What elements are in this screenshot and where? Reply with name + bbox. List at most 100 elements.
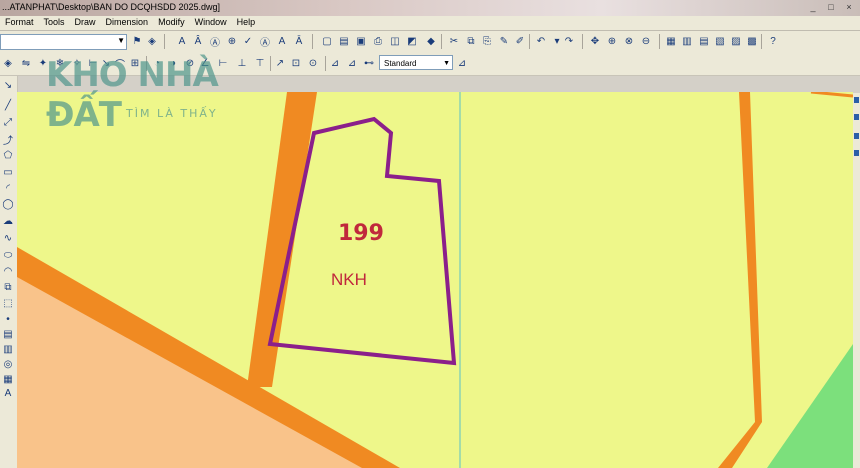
right-toolbar xyxy=(852,93,860,468)
undo-icon[interactable]: ↶ xyxy=(534,34,548,48)
menu-window[interactable]: Window xyxy=(190,16,232,30)
menu-dimension[interactable]: Dimension xyxy=(101,16,154,30)
table-icon[interactable]: ▦ xyxy=(1,372,15,386)
match-properties-icon[interactable]: ✎ xyxy=(497,34,511,48)
rectangle-icon[interactable]: ▭ xyxy=(1,165,15,179)
dimension-update-icon[interactable]: ⊷ xyxy=(362,56,376,70)
cursor-icon[interactable]: ↘ xyxy=(1,78,15,92)
mtext-icon[interactable]: A xyxy=(1,386,15,400)
edit-text-icon[interactable]: Ⓐ xyxy=(208,34,222,49)
spline-icon[interactable]: ∿ xyxy=(1,231,15,245)
minimize-button[interactable]: _ xyxy=(806,1,820,13)
toolbar-handle-icon[interactable] xyxy=(854,133,859,139)
menu-tools[interactable]: Tools xyxy=(39,16,70,30)
continue-dimension-icon[interactable]: ⊤ xyxy=(253,56,267,70)
zoom-previous-icon[interactable]: ⊖ xyxy=(639,34,653,48)
dimension-style-dropdown[interactable]: Standard ▼ xyxy=(379,55,453,70)
sheet-set-icon[interactable]: ▧ xyxy=(713,34,727,48)
menu-format[interactable]: Format xyxy=(0,16,39,30)
tolerance-icon[interactable]: ⊡ xyxy=(289,56,303,70)
make-block-icon[interactable]: ⬚ xyxy=(1,296,15,310)
layer-isolate-icon[interactable]: ✦ xyxy=(36,56,50,70)
new-file-icon[interactable]: ▢ xyxy=(320,34,334,48)
quick-leader-icon[interactable]: ↗ xyxy=(273,56,287,70)
layer-tool-icon[interactable]: ⚑ xyxy=(130,34,144,48)
cut-icon[interactable]: ✂ xyxy=(447,34,461,48)
toolbar-handle-icon[interactable] xyxy=(854,150,859,156)
layer-match-icon[interactable]: ⇋ xyxy=(19,56,33,70)
jogged-dimension-icon[interactable]: ◑ xyxy=(166,56,180,70)
polygon-icon[interactable]: ⬠ xyxy=(1,148,15,162)
layer-lock-icon[interactable]: ✧ xyxy=(70,56,84,70)
polyline-icon[interactable]: ⤴ xyxy=(1,132,15,147)
hatch-icon[interactable]: ▤ xyxy=(1,327,15,341)
justify-text-icon[interactable]: Ā xyxy=(292,34,306,48)
copy-icon[interactable]: ⧉ xyxy=(464,34,478,48)
ordinate-dimension-icon[interactable]: ⊞ xyxy=(128,56,142,70)
menu-bar: Format Tools Draw Dimension Modify Windo… xyxy=(0,16,860,31)
menu-help[interactable]: Help xyxy=(232,16,261,30)
menu-modify[interactable]: Modify xyxy=(153,16,190,30)
construction-line-icon[interactable]: ⤢ xyxy=(1,115,15,129)
calculator-icon[interactable]: ▩ xyxy=(745,34,759,48)
text-icon[interactable]: A xyxy=(175,34,189,48)
layer-state-icon[interactable]: ◈ xyxy=(145,34,159,48)
text-style-icon[interactable]: Ⓐ xyxy=(258,34,272,49)
publish-icon[interactable]: ◩ xyxy=(405,34,419,48)
zoom-window-icon[interactable]: ⊗ xyxy=(622,34,636,48)
radius-dimension-icon[interactable]: ◔ xyxy=(150,56,164,70)
dimension-style-icon[interactable]: ⊿ xyxy=(455,56,469,70)
toolbar-separator xyxy=(529,34,530,49)
gradient-icon[interactable]: ▥ xyxy=(1,342,15,356)
menu-draw[interactable]: Draw xyxy=(70,16,101,30)
multiline-text-icon[interactable]: Â xyxy=(191,34,205,48)
insert-block-icon[interactable]: ⧉ xyxy=(1,280,15,294)
properties-icon[interactable]: ▦ xyxy=(664,34,678,48)
layer-dropdown[interactable]: ▼ xyxy=(0,34,127,50)
tool-palettes-icon[interactable]: ▤ xyxy=(697,34,711,48)
redo-icon[interactable]: ↷ xyxy=(562,34,576,48)
center-mark-icon[interactable]: ⊙ xyxy=(306,56,320,70)
toolbar-handle-icon[interactable] xyxy=(854,97,859,103)
baseline-dimension-icon[interactable]: ⊥ xyxy=(235,56,249,70)
arc-length-icon[interactable]: ⌒ xyxy=(113,56,127,71)
revision-cloud-icon[interactable]: ☁ xyxy=(1,214,15,228)
toolbar-handle-icon[interactable] xyxy=(854,114,859,120)
open-file-icon[interactable]: ▤ xyxy=(337,34,351,48)
print-icon[interactable]: ⎙ xyxy=(371,34,385,48)
find-text-icon[interactable]: ⊕ xyxy=(225,34,239,48)
circle-icon[interactable]: ◯ xyxy=(1,197,15,211)
help-icon[interactable]: ? xyxy=(766,34,780,48)
diameter-dimension-icon[interactable]: ⊘ xyxy=(183,56,197,70)
scale-text-icon[interactable]: A xyxy=(275,34,289,48)
paste-icon[interactable]: ⎘ xyxy=(480,34,494,48)
plot-preview-icon[interactable]: ◫ xyxy=(388,34,402,48)
arc-icon[interactable]: ◜ xyxy=(1,181,15,195)
title-bar: ...ATANPHAT\Desktop\BAN DO DCQHSDD 2025.… xyxy=(0,0,860,17)
line-icon[interactable]: ╱ xyxy=(1,98,15,112)
region-icon[interactable]: ◎ xyxy=(1,357,15,371)
ellipse-arc-icon[interactable]: ◠ xyxy=(1,264,15,278)
point-icon[interactable]: • xyxy=(1,312,15,326)
dimension-edit-icon[interactable]: ⊿ xyxy=(328,56,342,70)
standard-toolbar: ▼ ⚑ ◈ A Â Ⓐ ⊕ ✓ Ⓐ A Ā ▢ ▤ ▣ ⎙ ◫ ◩ ◆ ✂ ⧉ … xyxy=(0,31,860,54)
3d-dwf-icon[interactable]: ◆ xyxy=(424,34,438,48)
angular-dimension-icon[interactable]: ∠ xyxy=(198,56,212,70)
drawing-canvas[interactable]: 199 NKH xyxy=(17,92,853,468)
close-button[interactable]: × xyxy=(842,1,856,13)
block-editor-icon[interactable]: ✐ xyxy=(513,34,527,48)
markup-icon[interactable]: ▨ xyxy=(729,34,743,48)
linear-dimension-icon[interactable]: ⊢ xyxy=(86,56,100,70)
layer-freeze-icon[interactable]: ❄ xyxy=(53,56,67,70)
dimension-text-edit-icon[interactable]: ⊿ xyxy=(345,56,359,70)
quick-dimension-icon[interactable]: ⊢ xyxy=(216,56,230,70)
spell-check-icon[interactable]: ✓ xyxy=(241,34,255,48)
layer-previous-icon[interactable]: ◈ xyxy=(1,56,15,70)
aligned-dimension-icon[interactable]: ↘ xyxy=(99,56,113,70)
maximize-button[interactable]: □ xyxy=(824,1,838,13)
design-center-icon[interactable]: ▥ xyxy=(680,34,694,48)
ellipse-icon[interactable]: ⬭ xyxy=(1,248,15,262)
pan-icon[interactable]: ✥ xyxy=(588,34,602,48)
save-icon[interactable]: ▣ xyxy=(354,34,368,48)
zoom-realtime-icon[interactable]: ⊕ xyxy=(605,34,619,48)
